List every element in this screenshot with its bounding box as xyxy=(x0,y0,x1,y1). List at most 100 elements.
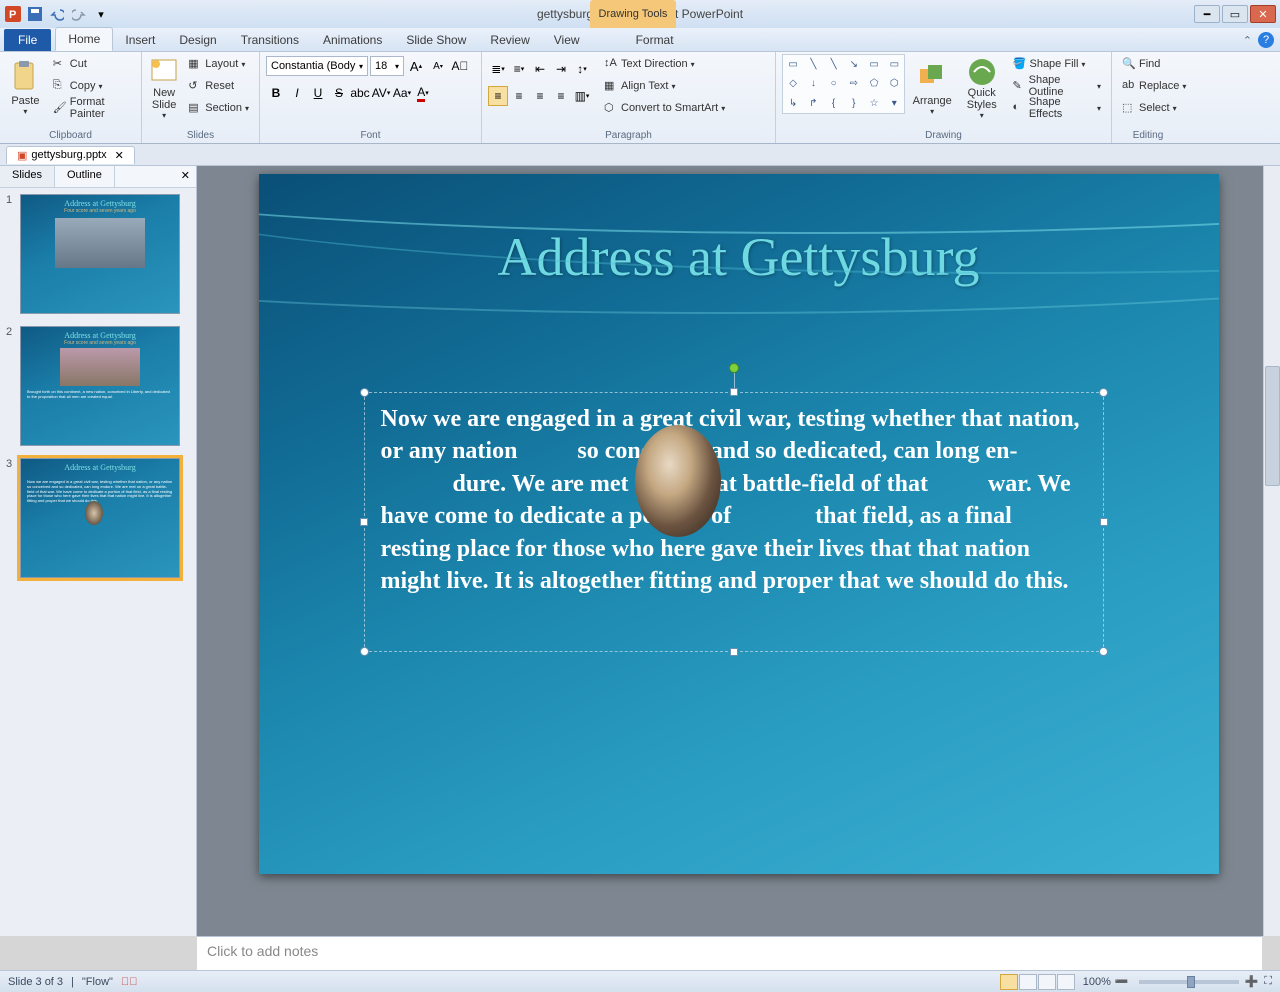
slide-thumbnail-2[interactable]: Address at Gettysburg Four score and sev… xyxy=(20,326,180,446)
arrange-button[interactable]: Arrange▾ xyxy=(909,54,955,120)
font-size-select[interactable]: 18▾ xyxy=(370,56,404,76)
align-center-button[interactable]: ≡ xyxy=(509,86,529,106)
shape-effects-button[interactable]: ◐Shape Effects▾ xyxy=(1008,98,1105,118)
replace-button[interactable]: abReplace▾ xyxy=(1118,76,1190,96)
font-color-button[interactable]: A▾ xyxy=(413,83,433,103)
columns-button[interactable]: ▥▾ xyxy=(572,86,592,106)
align-text-icon: ▦ xyxy=(604,79,618,93)
new-slide-button[interactable]: New Slide▾ xyxy=(148,54,180,120)
shape-outline-button[interactable]: ✎Shape Outline▾ xyxy=(1008,76,1105,96)
close-button[interactable]: ✕ xyxy=(1250,5,1276,23)
close-document-icon[interactable]: ✕ xyxy=(115,149,124,162)
increase-indent-button[interactable]: ⇥ xyxy=(551,59,571,79)
resize-handle[interactable] xyxy=(1099,647,1108,656)
clipboard-group-label: Clipboard xyxy=(6,130,135,143)
copy-button[interactable]: ⎘Copy▾ xyxy=(49,76,135,96)
bold-button[interactable]: B xyxy=(266,83,286,103)
underline-button[interactable]: U xyxy=(308,83,328,103)
font-name-select[interactable]: Constantia (Body▾ xyxy=(266,56,368,76)
tab-slideshow[interactable]: Slide Show xyxy=(394,29,478,51)
zoom-out-button[interactable]: ➖ xyxy=(1115,975,1129,988)
char-spacing-button[interactable]: AV▾ xyxy=(371,83,391,103)
bullets-button[interactable]: ≣▾ xyxy=(488,59,508,79)
align-text-button[interactable]: ▦Align Text▾ xyxy=(600,76,729,96)
section-button[interactable]: ▤Section▾ xyxy=(184,98,253,118)
resize-handle[interactable] xyxy=(730,648,738,656)
select-button[interactable]: ⬚Select▾ xyxy=(1118,98,1190,118)
resize-handle[interactable] xyxy=(360,388,369,397)
slide-thumbnail-1[interactable]: Address at Gettysburg Four score and sev… xyxy=(20,194,180,314)
shapes-gallery[interactable]: ▭╲╲↘▭▭ ◇↓○⇨⬠⬡ ↳↱{}☆▾ xyxy=(782,54,905,114)
fit-window-button[interactable]: ⛶ xyxy=(1264,975,1272,988)
change-case-button[interactable]: Aa▾ xyxy=(392,83,412,103)
slide-editor[interactable]: Address at Gettysburg Now we are engaged… xyxy=(197,166,1280,936)
rotate-handle[interactable] xyxy=(729,363,739,373)
italic-button[interactable]: I xyxy=(287,83,307,103)
normal-view-button[interactable] xyxy=(1000,974,1018,990)
slides-tab[interactable]: Slides xyxy=(0,166,55,187)
undo-icon[interactable] xyxy=(48,5,66,23)
resize-handle[interactable] xyxy=(1099,388,1108,397)
shape-fill-button[interactable]: 🪣Shape Fill▾ xyxy=(1008,54,1105,74)
align-right-button[interactable]: ≡ xyxy=(530,86,550,106)
strikethrough-button[interactable]: S xyxy=(329,83,349,103)
convert-smartart-button[interactable]: ⬡Convert to SmartArt▾ xyxy=(600,98,729,118)
notes-pane[interactable]: Click to add notes xyxy=(197,936,1262,970)
quick-styles-button[interactable]: Quick Styles▾ xyxy=(959,54,1005,120)
body-textbox[interactable]: Now we are engaged in a great civil war,… xyxy=(364,392,1104,652)
tab-file[interactable]: File xyxy=(4,29,51,51)
format-painter-button[interactable]: 🖌Format Painter xyxy=(49,98,135,118)
find-button[interactable]: 🔍Find xyxy=(1118,54,1190,74)
document-tab[interactable]: ▣ gettysburg.pptx ✕ xyxy=(6,146,135,164)
tab-design[interactable]: Design xyxy=(167,29,228,51)
reset-button[interactable]: ↺Reset xyxy=(184,76,253,96)
clear-format-button[interactable]: A⃠ xyxy=(450,56,470,76)
line-spacing-button[interactable]: ↕▾ xyxy=(572,59,592,79)
close-panel-icon[interactable]: ✕ xyxy=(175,166,196,187)
shrink-font-button[interactable]: A▾ xyxy=(428,56,448,76)
align-left-button[interactable]: ≡ xyxy=(488,86,508,106)
decrease-indent-button[interactable]: ⇤ xyxy=(530,59,550,79)
layout-button[interactable]: ▦Layout▾ xyxy=(184,54,253,74)
resize-handle[interactable] xyxy=(1100,518,1108,526)
outline-tab[interactable]: Outline xyxy=(55,166,115,187)
tab-home[interactable]: Home xyxy=(55,27,113,51)
resize-handle[interactable] xyxy=(360,647,369,656)
paste-button[interactable]: Paste▾ xyxy=(6,54,45,120)
tab-format[interactable]: Format xyxy=(624,29,686,51)
slide-canvas[interactable]: Address at Gettysburg Now we are engaged… xyxy=(259,174,1219,874)
resize-handle[interactable] xyxy=(730,388,738,396)
tab-view[interactable]: View xyxy=(542,29,592,51)
qat-dropdown-icon[interactable]: ▾ xyxy=(92,5,110,23)
sorter-view-button[interactable] xyxy=(1019,974,1037,990)
slide-thumbnail-3[interactable]: Address at Gettysburg Now we are engaged… xyxy=(20,458,180,578)
shadow-button[interactable]: abc xyxy=(350,83,370,103)
spellcheck-icon[interactable]: ✎⃠ xyxy=(121,976,138,988)
lincoln-portrait[interactable] xyxy=(635,425,721,537)
tab-transitions[interactable]: Transitions xyxy=(229,29,311,51)
justify-button[interactable]: ≡ xyxy=(551,86,571,106)
body-text[interactable]: Now we are engaged in a great civil war,… xyxy=(365,393,1103,607)
zoom-in-button[interactable]: ➕ xyxy=(1245,975,1259,988)
vertical-scrollbar[interactable] xyxy=(1263,166,1280,936)
restore-button[interactable]: ▭ xyxy=(1222,5,1248,23)
slideshow-view-button[interactable] xyxy=(1057,974,1075,990)
scrollbar-thumb[interactable] xyxy=(1265,366,1280,486)
redo-icon[interactable] xyxy=(70,5,88,23)
numbering-button[interactable]: ≡▾ xyxy=(509,59,529,79)
zoom-slider[interactable] xyxy=(1139,980,1239,984)
zoom-slider-thumb[interactable] xyxy=(1187,976,1195,988)
paragraph-group-label: Paragraph xyxy=(488,130,769,143)
grow-font-button[interactable]: A▴ xyxy=(406,56,426,76)
tab-review[interactable]: Review xyxy=(478,29,541,51)
tab-insert[interactable]: Insert xyxy=(113,29,167,51)
tab-animations[interactable]: Animations xyxy=(311,29,394,51)
reading-view-button[interactable] xyxy=(1038,974,1056,990)
save-icon[interactable] xyxy=(26,5,44,23)
help-icon[interactable]: ? xyxy=(1258,32,1274,48)
minimize-ribbon-icon[interactable]: ⌃ xyxy=(1243,34,1252,47)
text-direction-button[interactable]: ↕AText Direction▾ xyxy=(600,54,729,74)
cut-button[interactable]: ✂Cut xyxy=(49,54,135,74)
resize-handle[interactable] xyxy=(360,518,368,526)
minimize-button[interactable]: ━ xyxy=(1194,5,1220,23)
